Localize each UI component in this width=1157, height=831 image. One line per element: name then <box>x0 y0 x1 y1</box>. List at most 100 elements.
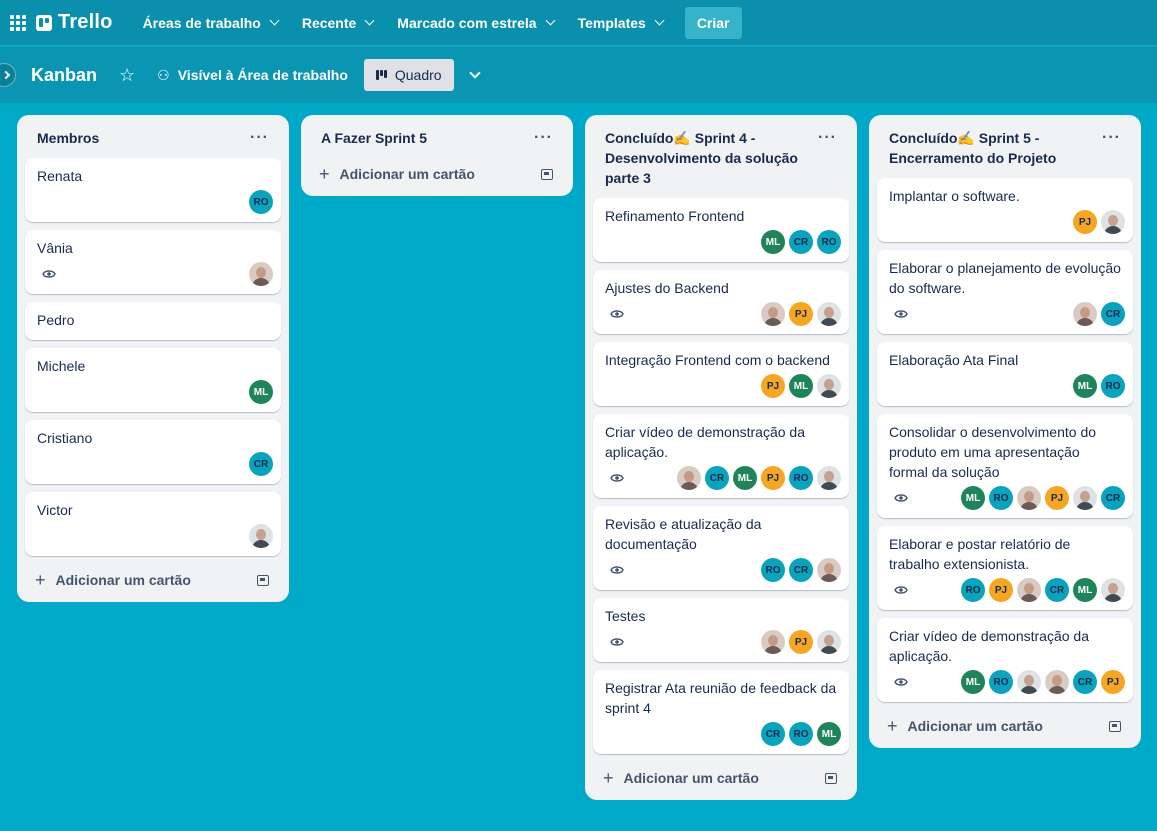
create-from-template-icon[interactable] <box>257 574 269 586</box>
nav-workspaces-menu[interactable]: Áreas de trabalho <box>131 7 290 39</box>
member-avatar[interactable] <box>249 524 273 548</box>
member-avatar[interactable]: PJ <box>789 302 813 326</box>
member-avatar[interactable] <box>1045 670 1069 694</box>
board-title[interactable]: Kanban <box>31 65 97 86</box>
nav-starred-menu[interactable]: Marcado com estrela <box>385 7 565 39</box>
member-avatar[interactable] <box>761 630 785 654</box>
member-avatar[interactable]: CR <box>789 230 813 254</box>
member-avatar[interactable]: ML <box>733 466 757 490</box>
member-avatar[interactable]: PJ <box>761 374 785 398</box>
member-avatar[interactable]: CR <box>249 452 273 476</box>
list-column[interactable]: Concluído✍️ Sprint 5 - Encerramento do P… <box>869 115 1141 748</box>
list-menu-icon[interactable]: ··· <box>250 128 269 148</box>
list-title[interactable]: Concluído✍️ Sprint 5 - Encerramento do P… <box>889 128 1099 168</box>
card[interactable]: Consolidar o desenvolvimento do produto … <box>877 414 1133 518</box>
member-avatar[interactable] <box>817 558 841 582</box>
member-avatar[interactable]: RO <box>817 230 841 254</box>
member-avatar[interactable]: ML <box>961 670 985 694</box>
member-avatar[interactable]: ML <box>789 374 813 398</box>
card[interactable]: Elaboração Ata Final ML RO <box>877 342 1133 406</box>
member-avatar[interactable]: CR <box>1073 670 1097 694</box>
member-avatar[interactable]: RO <box>249 190 273 214</box>
member-avatar[interactable] <box>677 466 701 490</box>
create-button[interactable]: Criar <box>684 6 742 39</box>
member-avatar[interactable] <box>1017 486 1041 510</box>
member-avatar[interactable]: CR <box>1045 578 1069 602</box>
member-avatar[interactable] <box>1017 578 1041 602</box>
star-icon[interactable]: ☆ <box>119 66 135 84</box>
member-avatar[interactable] <box>817 374 841 398</box>
member-avatar[interactable]: PJ <box>989 578 1013 602</box>
member-avatar[interactable]: PJ <box>1045 486 1069 510</box>
list-menu-icon[interactable]: ··· <box>818 128 837 148</box>
visibility-button[interactable]: ⚇ Visível à Área de trabalho <box>157 67 348 84</box>
member-avatar[interactable]: PJ <box>789 630 813 654</box>
card[interactable]: Registrar Ata reunião de feedback da spr… <box>593 670 849 754</box>
list-menu-icon[interactable]: ··· <box>1102 128 1121 148</box>
card[interactable]: Refinamento Frontend ML CR RO <box>593 198 849 262</box>
card[interactable]: Integração Frontend com o backend PJ ML <box>593 342 849 406</box>
list-title[interactable]: Concluído✍️ Sprint 4 - Desenvolvimento d… <box>605 128 815 188</box>
card[interactable]: Victor <box>25 492 281 556</box>
card[interactable]: Pedro <box>25 302 281 340</box>
card[interactable]: Implantar o software. PJ <box>877 178 1133 242</box>
member-avatar[interactable]: PJ <box>1073 210 1097 234</box>
board-view-button[interactable]: Quadro <box>363 59 454 91</box>
list-menu-icon[interactable]: ··· <box>534 128 553 148</box>
card[interactable]: Elaborar o planejamento de evolução do s… <box>877 250 1133 334</box>
list-title[interactable]: Membros <box>37 128 247 148</box>
member-avatar[interactable] <box>761 302 785 326</box>
card[interactable]: Revisão e atualização da documentação RO C… <box>593 506 849 590</box>
app-switcher-icon[interactable] <box>4 9 32 37</box>
member-avatar[interactable]: RO <box>789 722 813 746</box>
member-avatar[interactable] <box>249 262 273 286</box>
list-column[interactable]: Concluído✍️ Sprint 4 - Desenvolvimento d… <box>585 115 857 800</box>
member-avatar[interactable]: ML <box>1073 578 1097 602</box>
member-avatar[interactable] <box>1073 302 1097 326</box>
member-avatar[interactable]: RO <box>1101 374 1125 398</box>
create-from-template-icon[interactable] <box>825 772 837 784</box>
add-card-button[interactable]: + Adicionar um cartão <box>887 717 1043 735</box>
list-title[interactable]: A Fazer Sprint 5 <box>321 128 531 148</box>
member-avatar[interactable]: CR <box>705 466 729 490</box>
create-from-template-icon[interactable] <box>541 168 553 180</box>
member-avatar[interactable]: CR <box>1101 486 1125 510</box>
member-avatar[interactable]: CR <box>789 558 813 582</box>
list-column[interactable]: A Fazer Sprint 5 ··· + Adicionar um cartão <box>301 115 573 196</box>
card[interactable]: Criar vídeo de demonstração da aplicação… <box>877 618 1133 702</box>
chevron-down-icon[interactable] <box>468 66 481 79</box>
list-column[interactable]: Membros ··· Renata RO Vânia Pedro Michele ML Cri… <box>17 115 289 602</box>
card[interactable]: Cristiano CR <box>25 420 281 484</box>
add-card-button[interactable]: + Adicionar um cartão <box>319 165 475 183</box>
add-card-button[interactable]: + Adicionar um cartão <box>35 571 191 589</box>
member-avatar[interactable] <box>817 302 841 326</box>
card[interactable]: Ajustes do Backend PJ <box>593 270 849 334</box>
member-avatar[interactable]: ML <box>1073 374 1097 398</box>
member-avatar[interactable]: CR <box>761 722 785 746</box>
create-from-template-icon[interactable] <box>1109 720 1121 732</box>
member-avatar[interactable] <box>817 630 841 654</box>
member-avatar[interactable]: PJ <box>1101 670 1125 694</box>
member-avatar[interactable]: ML <box>961 486 985 510</box>
sidebar-expand-button[interactable] <box>0 63 16 87</box>
card[interactable]: Michele ML <box>25 348 281 412</box>
member-avatar[interactable]: RO <box>761 558 785 582</box>
card[interactable]: Vânia <box>25 230 281 294</box>
card[interactable]: Elaborar e postar relatório de trabalho … <box>877 526 1133 610</box>
add-card-button[interactable]: + Adicionar um cartão <box>603 769 759 787</box>
member-avatar[interactable] <box>1017 670 1041 694</box>
member-avatar[interactable] <box>1101 210 1125 234</box>
member-avatar[interactable]: RO <box>989 670 1013 694</box>
member-avatar[interactable]: RO <box>989 486 1013 510</box>
nav-templates-menu[interactable]: Templates <box>566 7 675 39</box>
member-avatar[interactable]: CR <box>1101 302 1125 326</box>
member-avatar[interactable]: RO <box>789 466 813 490</box>
nav-recent-menu[interactable]: Recente <box>290 7 385 39</box>
member-avatar[interactable]: RO <box>961 578 985 602</box>
card[interactable]: Criar vídeo de demonstração da aplicação… <box>593 414 849 498</box>
card[interactable]: Testes PJ <box>593 598 849 662</box>
member-avatar[interactable] <box>817 466 841 490</box>
member-avatar[interactable]: ML <box>817 722 841 746</box>
trello-logo[interactable]: Trello <box>36 11 113 34</box>
member-avatar[interactable] <box>1073 486 1097 510</box>
